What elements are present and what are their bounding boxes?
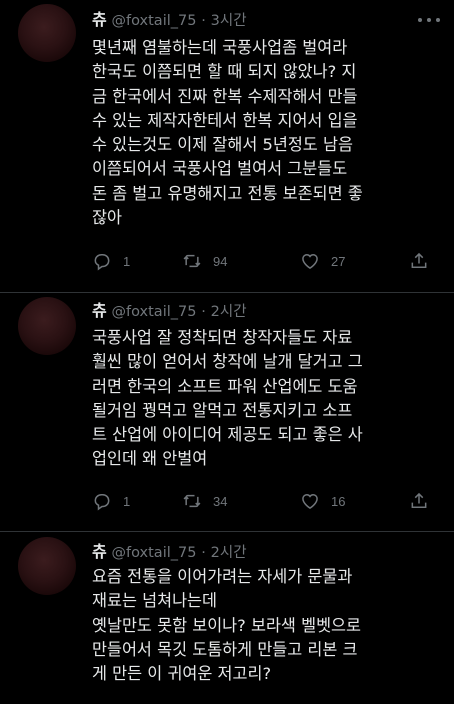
timestamp[interactable]: 2시간 bbox=[211, 304, 247, 320]
reply-button[interactable]: 1 bbox=[92, 249, 130, 273]
separator-dot: · bbox=[201, 13, 206, 29]
retweet-count: 94 bbox=[213, 253, 228, 269]
like-button[interactable]: 27 bbox=[300, 249, 345, 273]
display-name[interactable]: 츄 bbox=[92, 542, 107, 561]
tweet[interactable]: 츄 @foxtail_75 · 2시간 요즘 전통을 이어가려는 자세가 문물과… bbox=[0, 532, 454, 704]
user-handle[interactable]: @foxtail_75 bbox=[112, 13, 197, 29]
share-button[interactable] bbox=[409, 249, 429, 273]
tweet-actions: 1 94 27 bbox=[92, 249, 437, 273]
heart-icon bbox=[302, 493, 318, 509]
tweet-header: 츄 @foxtail_75 · 2시간 bbox=[92, 541, 247, 563]
retweet-icon bbox=[183, 254, 201, 268]
more-icon[interactable] bbox=[418, 15, 440, 25]
separator-dot: · bbox=[201, 545, 206, 561]
like-count: 27 bbox=[331, 253, 346, 269]
timestamp[interactable]: 2시간 bbox=[211, 545, 247, 561]
avatar[interactable] bbox=[18, 4, 76, 62]
retweet-button[interactable]: 34 bbox=[182, 489, 227, 513]
reply-button[interactable]: 1 bbox=[92, 489, 130, 513]
share-icon bbox=[411, 492, 427, 508]
reply-count: 1 bbox=[123, 253, 131, 269]
display-name[interactable]: 츄 bbox=[92, 301, 107, 320]
avatar[interactable] bbox=[18, 297, 76, 355]
tweet-header: 츄 @foxtail_75 · 2시간 bbox=[92, 300, 247, 322]
avatar[interactable] bbox=[18, 537, 76, 595]
display-name[interactable]: 츄 bbox=[92, 10, 107, 29]
retweet-icon bbox=[183, 494, 201, 508]
retweet-button[interactable]: 94 bbox=[182, 249, 227, 273]
tweet-text: 요즘 전통을 이어가려는 자세가 문물과 재료는 넘쳐나는데 옛날만도 못함 보… bbox=[92, 567, 362, 684]
tweet-text: 국풍사업 잘 정착되면 창작자들도 자료 훨씬 많이 얻어서 창작에 날개 달거… bbox=[92, 328, 363, 469]
share-button[interactable] bbox=[409, 489, 429, 513]
share-icon bbox=[411, 252, 427, 268]
reply-count: 1 bbox=[123, 493, 131, 509]
reply-icon bbox=[94, 254, 110, 271]
like-button[interactable]: 16 bbox=[300, 489, 345, 513]
tweet-header: 츄 @foxtail_75 · 3시간 bbox=[92, 9, 247, 31]
separator-dot: · bbox=[201, 304, 206, 320]
user-handle[interactable]: @foxtail_75 bbox=[112, 545, 197, 561]
tweet-actions: 1 34 16 bbox=[92, 489, 437, 513]
tweet[interactable]: 츄 @foxtail_75 · 2시간 국풍사업 잘 정착되면 창작자들도 자료… bbox=[0, 293, 454, 531]
reply-icon bbox=[94, 494, 110, 511]
tweet-text: 몇년째 염불하는데 국풍사업좀 벌여라 한국도 이쯤되면 할 때 되지 않았나?… bbox=[92, 38, 363, 228]
tweet[interactable]: 츄 @foxtail_75 · 3시간 몇년째 염불하는데 국풍사업좀 벌여라 … bbox=[0, 0, 454, 292]
user-handle[interactable]: @foxtail_75 bbox=[112, 304, 197, 320]
heart-icon bbox=[302, 253, 318, 269]
like-count: 16 bbox=[331, 493, 346, 509]
retweet-count: 34 bbox=[213, 493, 228, 509]
timestamp[interactable]: 3시간 bbox=[211, 13, 247, 29]
